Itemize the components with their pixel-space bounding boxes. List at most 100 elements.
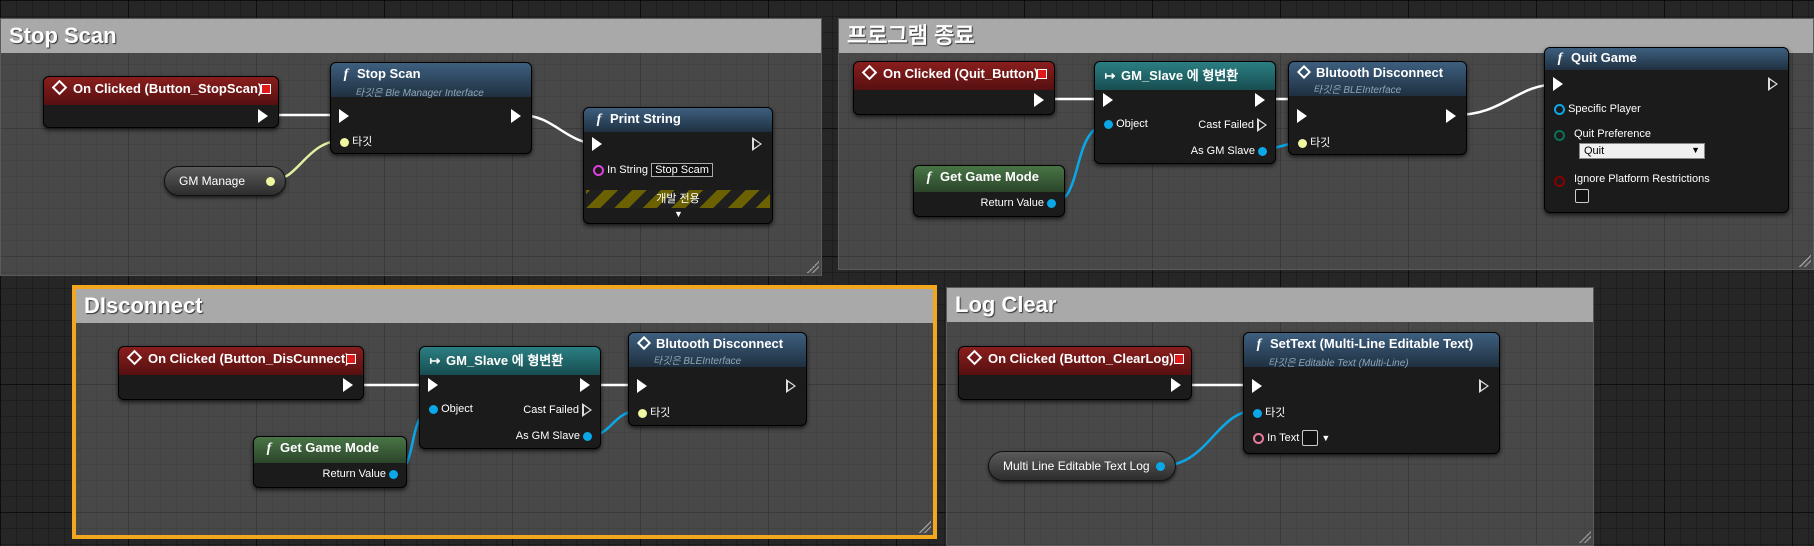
function-node-settext[interactable]: f SetText (Multi-Line Editable Text) 타깃은 …	[1243, 332, 1500, 454]
variable-output-pin[interactable]	[1156, 462, 1165, 471]
cast-node-gm-slave[interactable]: ↦ GM_Slave 에 형변환 Object Cast Failed As GM…	[419, 346, 601, 449]
chevron-down-icon[interactable]: ▼	[1321, 433, 1330, 443]
pin-label: Object	[441, 403, 473, 415]
exec-input-pin[interactable]	[637, 379, 647, 393]
node-title: On Clicked (Quit_Button)	[883, 66, 1039, 81]
node-header: On Clicked (Quit_Button)	[854, 62, 1054, 90]
pin-label: As GM Slave	[515, 430, 580, 442]
exec-input-pin[interactable]	[1297, 109, 1307, 123]
event-node-clear-log[interactable]: On Clicked (Button_ClearLog)	[958, 346, 1192, 400]
pin-label: 타깃	[650, 407, 671, 419]
cast-node-gm-slave[interactable]: ↦ GM_Slave 에 형변환 Object Cast Failed As GM…	[1094, 61, 1276, 164]
node-header: Blutooth Disconnect 타깃은 BLEInterface	[1289, 62, 1466, 96]
event-diamond-icon	[966, 349, 983, 366]
quit-preference-dropdown[interactable]: Quit ▼	[1579, 143, 1705, 159]
exec-output-pin[interactable]	[1768, 77, 1778, 91]
node-header: f SetText (Multi-Line Editable Text) 타깃은 …	[1244, 333, 1499, 369]
delegate-pin-icon[interactable]	[261, 84, 271, 94]
interface-icon	[636, 335, 652, 351]
function-node-stop-scan[interactable]: f Stop Scan 타깃은 Ble Manager Interface 타깃	[330, 62, 532, 154]
expand-arrow-icon[interactable]: ▼	[674, 209, 683, 219]
node-title: Print String	[610, 111, 681, 126]
cast-icon: ↦	[429, 353, 441, 368]
variable-multi-line-editable-text-log[interactable]: Multi Line Editable Text Log	[988, 451, 1176, 481]
exec-input-pin[interactable]	[428, 378, 438, 392]
as-gm-slave-pin[interactable]: As GM Slave	[1191, 145, 1267, 157]
variable-gm-manage[interactable]: GM Manage	[164, 166, 286, 196]
exec-input-pin[interactable]	[339, 109, 349, 123]
exec-output-pin[interactable]	[1034, 93, 1044, 107]
delegate-pin-icon[interactable]	[346, 354, 356, 364]
node-header: ↦ GM_Slave 에 형변환	[1095, 62, 1275, 90]
quit-preference-pin[interactable]	[1554, 129, 1565, 141]
function-node-blutooth-disconnect[interactable]: Blutooth Disconnect 타깃은 BLEInterface 타깃	[1288, 61, 1467, 155]
delegate-pin-icon[interactable]	[1174, 354, 1184, 364]
exec-input-pin[interactable]	[1252, 379, 1262, 393]
pin-label: Return Value	[322, 468, 386, 480]
event-diamond-icon	[51, 79, 68, 96]
target-pin[interactable]: 타깃	[1253, 404, 1285, 420]
function-icon: f	[596, 112, 602, 127]
exec-input-pin[interactable]	[592, 137, 602, 151]
node-title: GM_Slave 에 형변환	[446, 353, 564, 368]
exec-output-pin[interactable]	[343, 378, 353, 392]
function-icon: f	[266, 441, 272, 456]
exec-input-pin[interactable]	[1553, 77, 1563, 91]
pin-label: Return Value	[980, 197, 1044, 209]
exec-output-pin[interactable]	[1446, 109, 1456, 123]
in-string-field[interactable]: Stop Scam	[651, 163, 713, 177]
exec-output-pin[interactable]	[1255, 93, 1265, 107]
exec-output-pin[interactable]	[511, 109, 521, 123]
node-header: f Print String	[584, 108, 772, 132]
node-subtitle: 타깃은 BLEInterface	[653, 356, 742, 367]
target-pin[interactable]: 타깃	[340, 133, 372, 149]
cast-icon: ↦	[1104, 68, 1116, 83]
exec-output-pin[interactable]	[1479, 379, 1489, 393]
function-node-quit-game[interactable]: f Quit Game Specific Player Quit Preferen…	[1544, 47, 1789, 213]
object-input-pin[interactable]: Object	[1104, 118, 1148, 130]
exec-input-pin[interactable]	[1103, 93, 1113, 107]
pure-node-get-game-mode[interactable]: f Get Game Mode Return Value	[253, 436, 407, 488]
return-value-pin[interactable]: Return Value	[323, 468, 398, 480]
node-title: On Clicked (Button_DisCunnect)	[148, 351, 350, 366]
return-value-pin[interactable]: Return Value	[981, 197, 1056, 209]
node-title: On Clicked (Button_StopScan)	[73, 81, 263, 96]
node-subtitle: 타깃은 Ble Manager Interface	[355, 88, 484, 99]
target-pin[interactable]: 타깃	[1298, 134, 1330, 150]
in-text-pin[interactable]: In Text ▼	[1253, 430, 1330, 446]
object-input-pin[interactable]: Object	[429, 403, 473, 415]
node-title: Stop Scan	[357, 66, 421, 81]
exec-output-pin[interactable]	[1171, 378, 1181, 392]
ignore-platform-pin[interactable]	[1554, 175, 1565, 187]
event-node-disconnect[interactable]: On Clicked (Button_DisCunnect)	[118, 346, 364, 400]
event-node-stop-scan[interactable]: On Clicked (Button_StopScan)	[43, 76, 279, 128]
node-header: f Quit Game	[1545, 48, 1788, 70]
function-node-print-string[interactable]: f Print String In String Stop Scam 개발 전용 …	[583, 107, 773, 224]
event-node-quit-button[interactable]: On Clicked (Quit_Button)	[853, 61, 1055, 115]
ignore-platform-checkbox[interactable]	[1575, 189, 1589, 203]
target-pin[interactable]: 타깃	[638, 404, 670, 420]
in-string-pin[interactable]: In String Stop Scam	[593, 163, 713, 177]
exec-output-pin[interactable]	[258, 109, 268, 123]
pin-label: In String	[607, 164, 649, 176]
exec-output-pin[interactable]	[580, 378, 590, 392]
pin-label: Cast Failed	[1198, 118, 1254, 131]
node-title: Blutooth Disconnect	[656, 336, 784, 351]
exec-output-pin[interactable]	[786, 379, 796, 393]
variable-output-pin[interactable]	[266, 177, 275, 186]
dropdown-value: Quit	[1584, 145, 1605, 157]
node-title: On Clicked (Button_ClearLog)	[988, 351, 1174, 366]
cast-failed-pin[interactable]: Cast Failed	[523, 403, 592, 417]
node-subtitle: 타깃은 Editable Text (Multi-Line)	[1268, 358, 1409, 369]
function-node-blutooth-disconnect[interactable]: Blutooth Disconnect 타깃은 BLEInterface 타깃	[628, 332, 807, 426]
specific-player-pin[interactable]: Specific Player	[1554, 103, 1641, 115]
node-title: Blutooth Disconnect	[1316, 65, 1444, 80]
exec-output-pin[interactable]	[752, 137, 762, 151]
cast-failed-pin[interactable]: Cast Failed	[1198, 118, 1267, 132]
in-text-field[interactable]	[1302, 430, 1319, 446]
node-subtitle: 타깃은 BLEInterface	[1313, 85, 1402, 96]
as-gm-slave-pin[interactable]: As GM Slave	[516, 430, 592, 442]
event-diamond-icon	[861, 64, 878, 81]
pure-node-get-game-mode[interactable]: f Get Game Mode Return Value	[913, 165, 1065, 217]
delegate-pin-icon[interactable]	[1037, 69, 1047, 79]
